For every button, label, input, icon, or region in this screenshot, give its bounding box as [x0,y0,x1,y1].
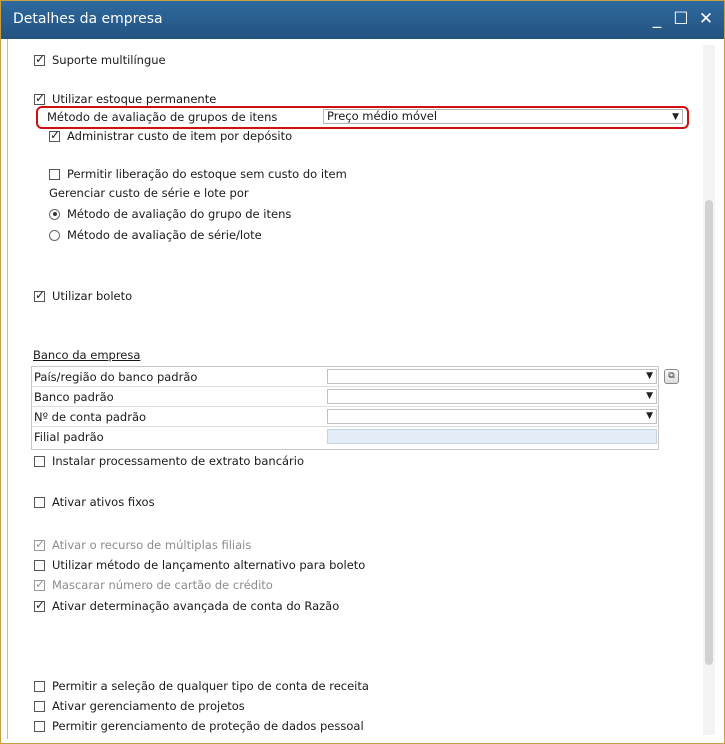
window-title: Detalhes da empresa [13,11,163,27]
bank-account-label: Nº de conta padrão [34,410,147,424]
bank-statement-option[interactable]: Instalar processamento de extrato bancár… [34,453,304,469]
multilingual-label: Suporte multilíngue [52,53,166,67]
project-management-label: Ativar gerenciamento de projetos [52,699,245,713]
valuation-method-label: Método de avaliação de grupos de itens [47,110,278,124]
multilingual-checkbox[interactable] [34,52,45,66]
multi-branch-label: Ativar o recurso de múltiplas filiais [52,538,252,552]
scrollbar-thumb[interactable] [705,200,713,665]
company-details-window: Detalhes da empresa _ ☐ ✕ Suporte multil… [0,0,725,744]
advanced-gl-option[interactable]: Ativar determinação avançada de conta do… [34,598,339,614]
bank-account-select[interactable]: ▼ [327,409,657,424]
fixed-assets-checkbox[interactable] [34,496,45,508]
bank-branch-label: Filial padrão [34,430,104,444]
use-boleto-checkbox[interactable] [34,288,45,302]
fixed-assets-option[interactable]: Ativar ativos fixos [34,494,155,510]
vertical-scrollbar[interactable] [703,45,715,735]
chevron-down-icon: ▼ [672,112,679,122]
bank-branch-field [327,429,657,444]
radio-group-method[interactable] [49,208,60,220]
any-revenue-account-option[interactable]: Permitir a seleção de qualquer tipo de c… [34,678,369,694]
fixed-assets-label: Ativar ativos fixos [52,495,155,509]
chevron-down-icon: ▼ [646,391,653,401]
maximize-icon[interactable]: ☐ [670,7,692,31]
multi-branch-checkbox [34,537,45,551]
bank-statement-checkbox[interactable] [34,455,45,467]
perpetual-inventory-option[interactable]: Utilizar estoque permanente [34,91,216,107]
title-bar[interactable]: Detalhes da empresa _ ☐ ✕ [1,1,724,39]
valuation-method-select[interactable]: Preço médio móvel ▼ [323,109,683,124]
perpetual-inventory-checkbox[interactable] [34,91,45,105]
use-boleto-option[interactable]: Utilizar boleto [34,288,132,304]
allow-release-option[interactable]: Permitir liberação do estoque sem custo … [49,166,347,182]
bank-row-country: País/região do banco padrão ▼ [32,367,658,387]
data-protection-checkbox[interactable] [34,720,45,732]
multi-branch-option: Ativar o recurso de múltiplas filiais [34,537,251,553]
perpetual-inventory-label: Utilizar estoque permanente [52,92,217,106]
advanced-gl-label: Ativar determinação avançada de conta do… [52,599,340,613]
serial-batch-heading: Gerenciar custo de série e lote por [49,186,249,200]
allow-release-checkbox[interactable] [49,168,60,180]
bank-country-label: País/região do banco padrão [34,370,198,384]
bank-country-select[interactable]: ▼ [327,369,657,384]
radio-serial-method[interactable] [49,229,60,241]
bank-row-account: Nº de conta padrão ▼ [32,407,658,427]
manage-cost-warehouse-option[interactable]: Administrar custo de item por depósito [49,128,292,144]
manage-cost-warehouse-label: Administrar custo de item por depósito [67,129,293,143]
alt-boleto-checkbox[interactable] [34,559,45,571]
radio-serial-method-option[interactable]: Método de avaliação de série/lote [49,227,262,243]
any-revenue-account-checkbox[interactable] [34,680,45,692]
mask-credit-card-checkbox [34,577,45,591]
alt-boleto-label: Utilizar método de lançamento alternativ… [52,558,366,572]
manage-cost-warehouse-checkbox[interactable] [49,128,60,142]
radio-group-method-option[interactable]: Método de avaliação do grupo de itens [49,206,291,222]
alt-boleto-option[interactable]: Utilizar método de lançamento alternativ… [34,557,365,573]
mask-credit-card-option: Mascarar número de cartão de crédito [34,577,273,593]
project-management-checkbox[interactable] [34,700,45,712]
advanced-gl-checkbox[interactable] [34,598,45,612]
allow-release-label: Permitir liberação do estoque sem custo … [67,167,347,181]
valuation-method-value: Preço médio móvel [327,109,438,123]
chevron-down-icon: ▼ [646,411,653,421]
data-protection-option[interactable]: Permitir gerenciamento de proteção de da… [34,718,364,734]
data-protection-label: Permitir gerenciamento de proteção de da… [52,719,364,733]
bank-row-bank: Banco padrão ▼ [32,387,658,407]
close-icon[interactable]: ✕ [695,7,717,31]
use-boleto-label: Utilizar boleto [52,289,133,303]
bank-table: País/região do banco padrão ▼ Banco padr… [31,366,659,450]
mask-credit-card-label: Mascarar número de cartão de crédito [52,578,273,592]
chevron-down-icon: ▼ [646,371,653,381]
project-management-option[interactable]: Ativar gerenciamento de projetos [34,698,245,714]
radio-group-method-label: Método de avaliação do grupo de itens [67,207,292,221]
bank-row-branch: Filial padrão [32,427,658,447]
minimize-icon[interactable]: _ [646,7,668,31]
radio-serial-method-label: Método de avaliação de série/lote [67,228,262,242]
bank-default-select[interactable]: ▼ [327,389,657,404]
any-revenue-account-label: Permitir a seleção de qualquer tipo de c… [52,679,369,693]
bank-statement-label: Instalar processamento de extrato bancár… [52,454,305,468]
link-icon[interactable]: ⧉ [664,369,679,384]
bank-heading: Banco da empresa [33,348,141,362]
bank-default-label: Banco padrão [34,390,114,404]
multilingual-option[interactable]: Suporte multilíngue [34,52,166,68]
